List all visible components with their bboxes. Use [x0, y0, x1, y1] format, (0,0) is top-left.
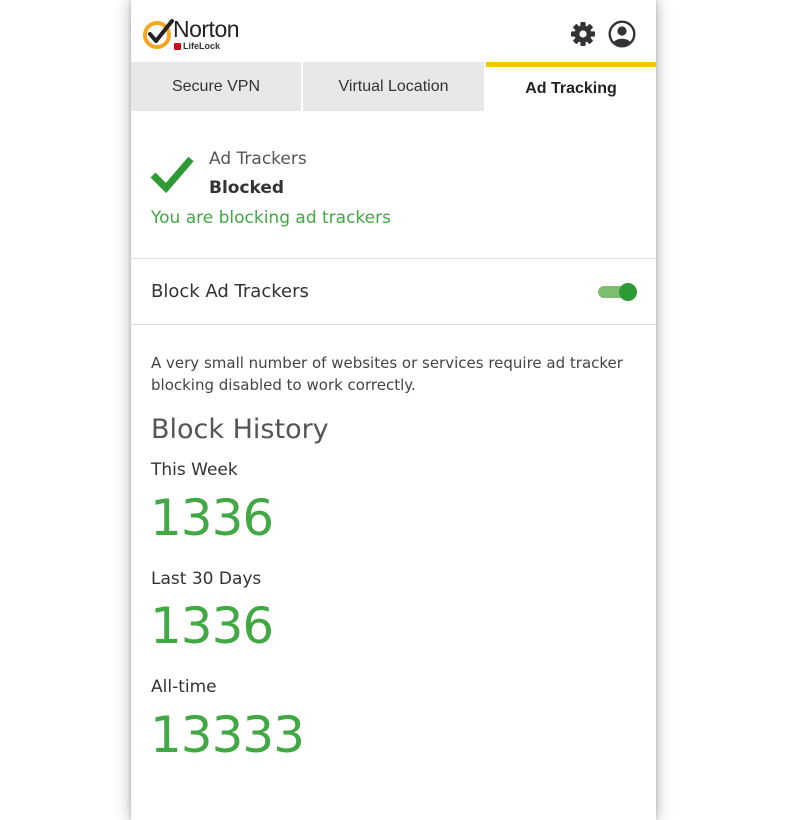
account-icon[interactable]	[608, 20, 636, 48]
status-title: Ad Trackers	[209, 149, 307, 169]
status-message: You are blocking ad trackers	[151, 208, 391, 228]
status-value: Blocked	[209, 178, 285, 198]
norton-check-icon	[143, 19, 174, 49]
brand-subname: LifeLock	[174, 41, 220, 51]
stat-value-all-time: 13333	[150, 706, 305, 764]
checkmark-icon	[150, 156, 194, 194]
brand-name: Norton	[173, 16, 240, 42]
tab-virtual-location[interactable]: Virtual Location	[303, 62, 486, 111]
toggle-label: Block Ad Trackers	[151, 281, 309, 302]
stat-label-this-week: This Week	[151, 460, 238, 480]
norton-window: Norton LifeLock Secure VPN Virtual Locat…	[131, 0, 656, 820]
toggle-knob	[619, 283, 637, 301]
header: Norton LifeLock	[131, 0, 656, 62]
norton-logo: Norton LifeLock	[143, 17, 273, 53]
brand-sub-label: LifeLock	[183, 41, 221, 51]
ad-tracker-status: Ad Trackers Blocked You are blocking ad …	[131, 111, 656, 259]
tab-bar: Secure VPN Virtual Location Ad Tracking	[131, 62, 656, 111]
stat-value-this-week: 1336	[150, 489, 274, 547]
block-history-title: Block History	[151, 414, 329, 445]
tab-secure-vpn[interactable]: Secure VPN	[131, 62, 303, 111]
stat-value-last-30-days: 1336	[150, 597, 274, 655]
tab-ad-tracking[interactable]: Ad Tracking	[486, 62, 656, 111]
description-text: A very small number of websites or servi…	[151, 354, 623, 394]
gear-icon[interactable]	[569, 20, 597, 48]
block-ad-trackers-toggle[interactable]	[598, 283, 638, 301]
stat-label-last-30-days: Last 30 Days	[151, 569, 262, 589]
stat-label-all-time: All-time	[151, 677, 217, 697]
lock-icon	[174, 42, 181, 50]
block-ad-trackers-row: Block Ad Trackers	[131, 259, 656, 325]
